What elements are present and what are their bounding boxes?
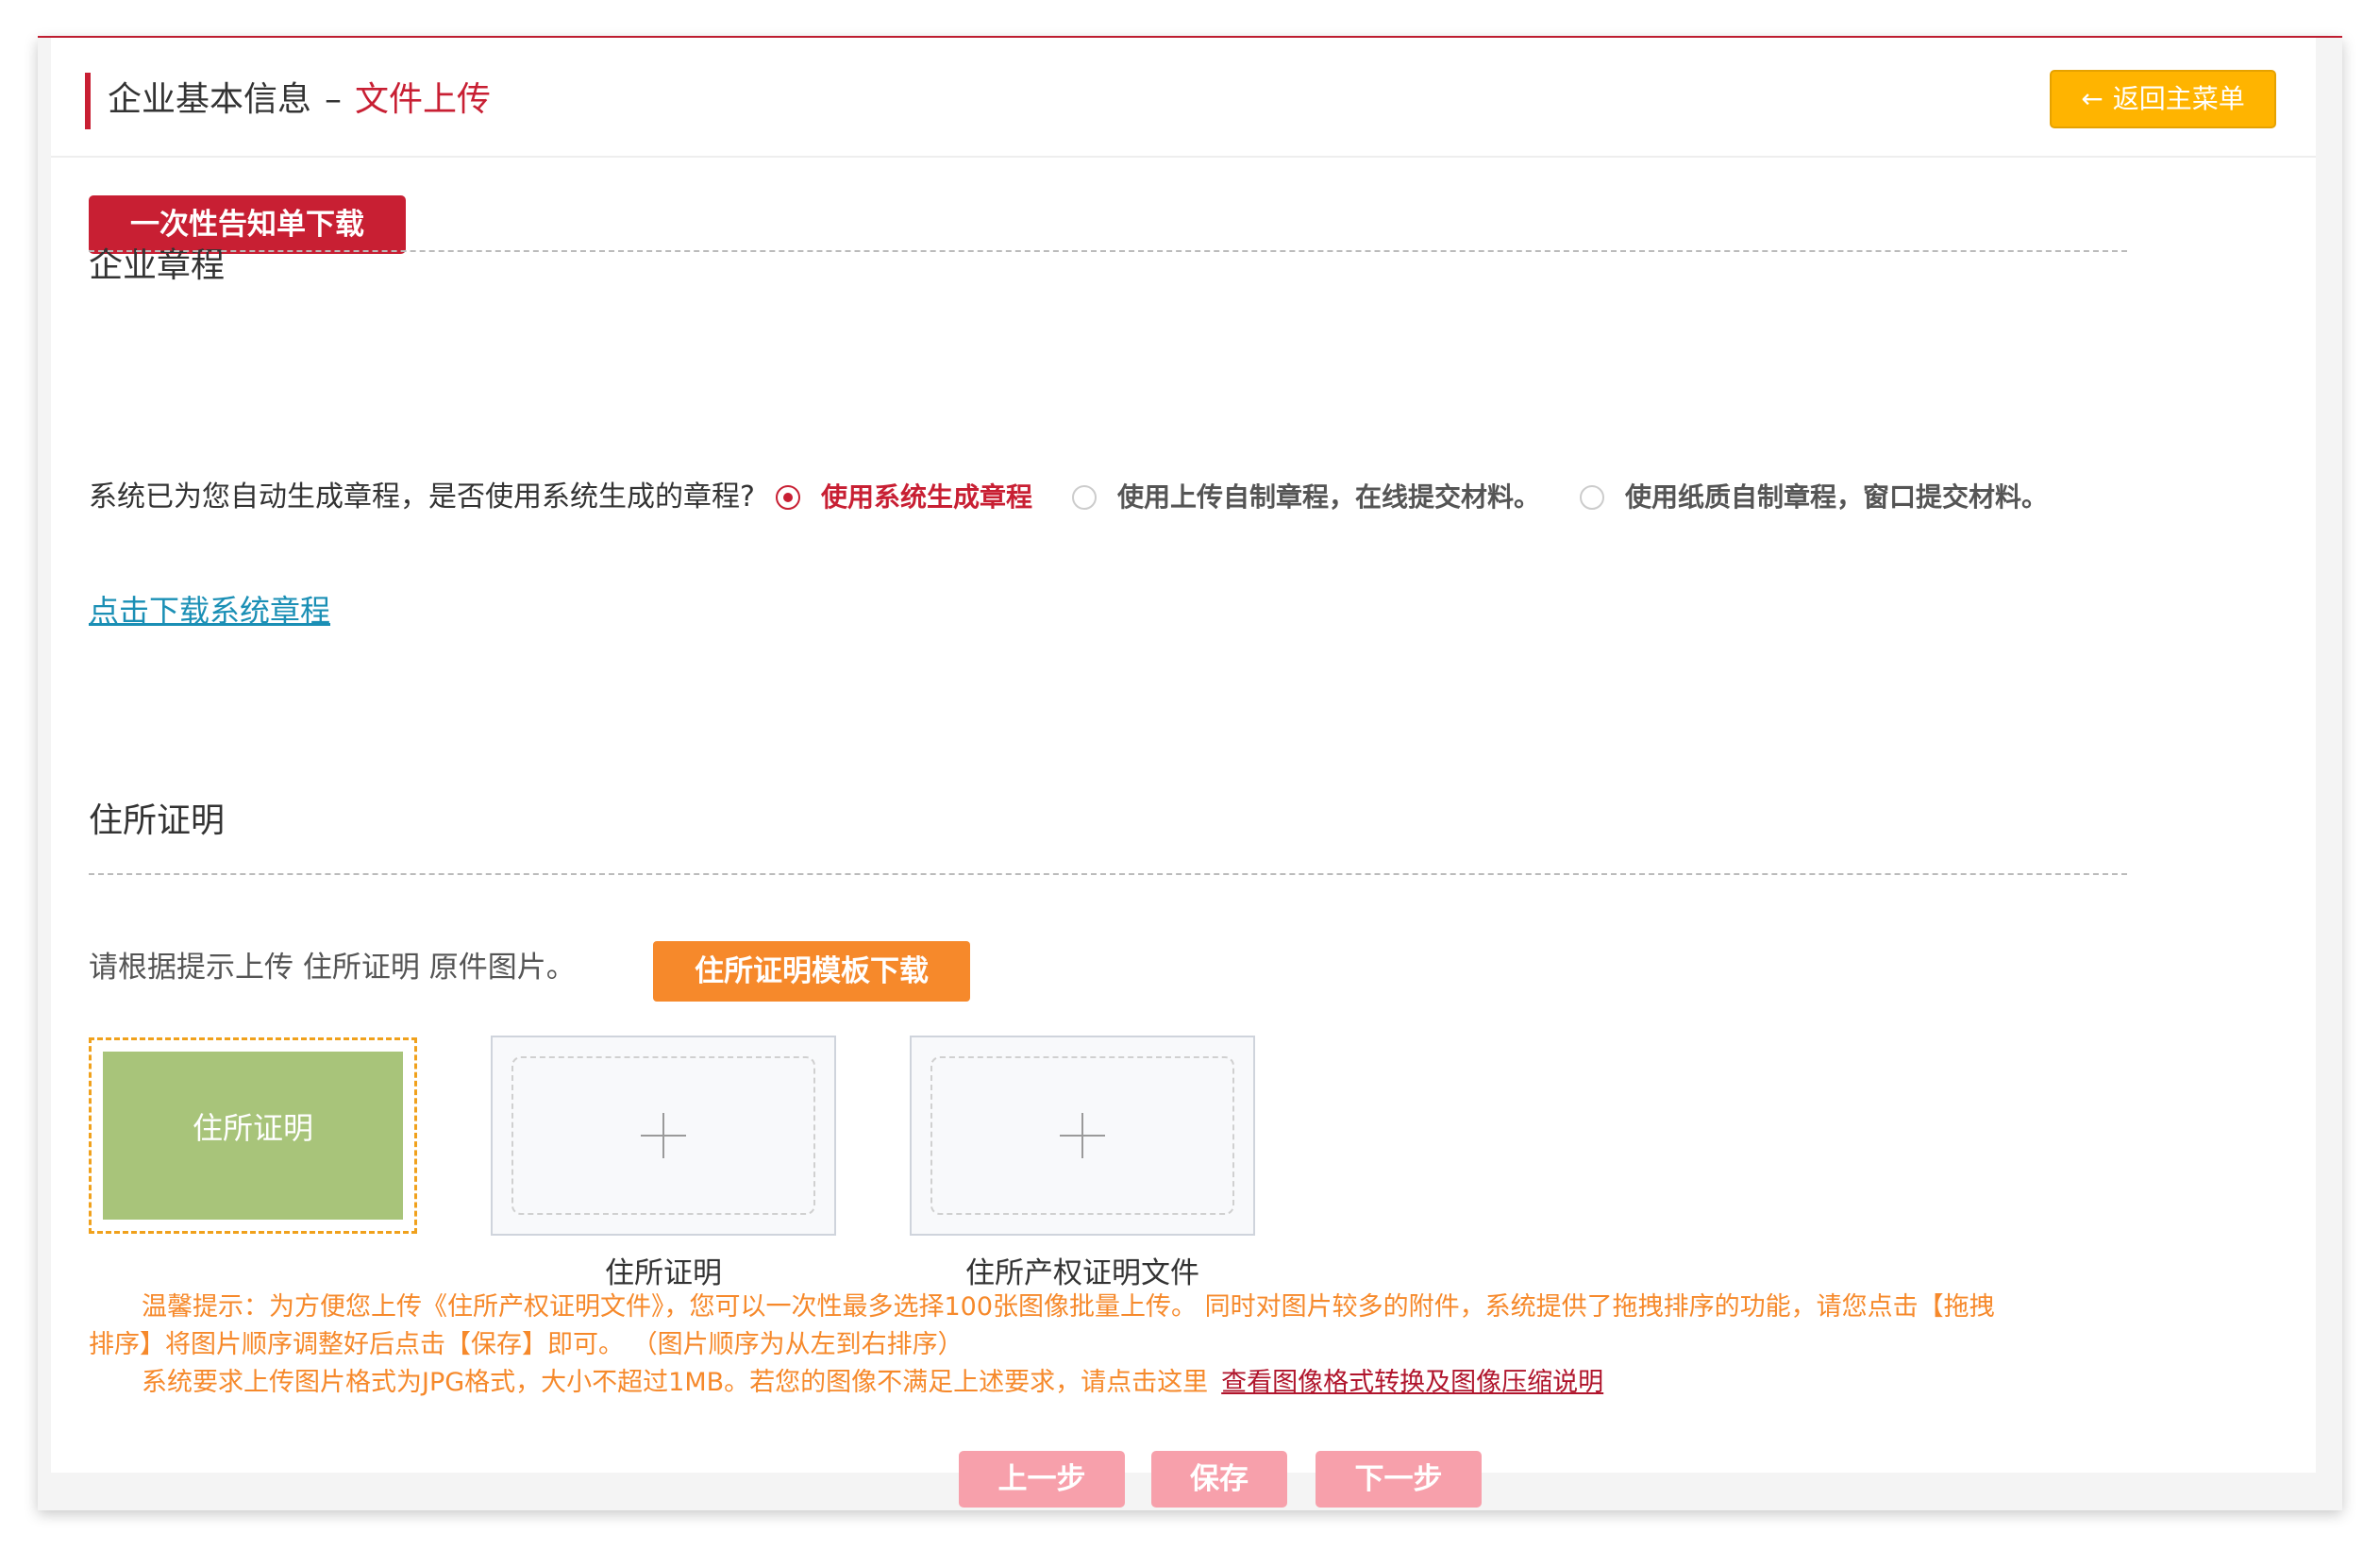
back-to-menu-label: 返回主菜单: [2112, 83, 2245, 114]
upload-hint-line2: 排序】将图片顺序调整好后点击【保存】即可。 （图片顺序为从左到右排序）: [89, 1330, 964, 1359]
prev-step-button[interactable]: 上一步: [959, 1451, 1125, 1508]
option-system-charter-label[interactable]: 使用系统生成章程: [821, 474, 1032, 521]
residence-sample-label: 住所证明: [103, 1052, 403, 1220]
charter-divider: [89, 250, 2127, 252]
plus-icon: [1060, 1113, 1105, 1158]
window-frame: 企业基本信息 – 文件上传 ← 返回主菜单 一次性告知单下载 企业章程 系统已为您自动…: [38, 38, 2342, 1510]
radio-upload-charter[interactable]: [1071, 485, 1097, 510]
upload-slot-residence-proof-label: 住所证明: [605, 1256, 722, 1290]
title-accent-bar: [85, 73, 91, 129]
page-title: 企业基本信息 – 文件上传: [108, 74, 491, 126]
upload-hint-line3-text: 系统要求上传图片格式为JPG格式，大小不超过1MB。若您的图像不满足上述要求，请…: [142, 1368, 1209, 1397]
upload-slot-residence-proof[interactable]: [491, 1036, 836, 1236]
charter-choice-row: 系统已为您自动生成章程，是否使用系统生成的章程? 使用系统生成章程 使用上传自制…: [89, 474, 2087, 521]
residence-template-download-button[interactable]: 住所证明模板下载: [653, 941, 970, 1002]
charter-section-title: 企业章程: [89, 246, 226, 285]
upload-hint-line1: 温馨提示：为方便您上传《住所产权证明文件》，您可以一次性最多选择100张图像批量…: [142, 1292, 1995, 1322]
upload-slot-property-proof[interactable]: [910, 1036, 1255, 1236]
plus-icon: [641, 1113, 686, 1158]
residence-upload-tip: 请根据提示上传 住所证明 原件图片。: [89, 951, 576, 985]
back-to-menu-button[interactable]: ← 返回主菜单: [2050, 70, 2276, 128]
radio-paper-charter[interactable]: [1579, 485, 1604, 510]
download-system-charter-link[interactable]: 点击下载系统章程: [89, 587, 330, 631]
upload-dropzone[interactable]: [930, 1056, 1234, 1215]
option-upload-charter-label[interactable]: 使用上传自制章程，在线提交材料。: [1117, 474, 1540, 521]
content-panel: 企业基本信息 – 文件上传 ← 返回主菜单 一次性告知单下载 企业章程 系统已为您自动…: [51, 38, 2316, 1508]
residence-divider: [89, 873, 2127, 875]
image-format-help-link[interactable]: 查看图像格式转换及图像压缩说明: [1221, 1368, 1603, 1397]
residence-sample-card: 住所证明: [89, 1037, 417, 1234]
page-title-separator: –: [325, 80, 343, 119]
residence-section-title: 住所证明: [89, 801, 226, 840]
arrow-left-icon: ←: [2081, 83, 2103, 114]
page-title-main: 企业基本信息: [108, 80, 312, 119]
upload-slot-property-proof-label: 住所产权证明文件: [965, 1256, 1199, 1290]
upload-dropzone[interactable]: [511, 1056, 815, 1215]
upload-hint-line3: 系统要求上传图片格式为JPG格式，大小不超过1MB。若您的图像不满足上述要求，请…: [89, 1364, 1603, 1402]
page-header: 企业基本信息 – 文件上传 ← 返回主菜单: [51, 38, 2316, 158]
option-paper-charter-label[interactable]: 使用纸质自制章程，窗口提交材料。: [1625, 474, 2048, 521]
next-step-button[interactable]: 下一步: [1316, 1451, 1482, 1508]
save-button[interactable]: 保存: [1151, 1451, 1287, 1508]
charter-question: 系统已为您自动生成章程，是否使用系统生成的章程?: [89, 480, 755, 514]
radio-system-charter[interactable]: [775, 485, 800, 510]
page-title-sub: 文件上传: [355, 80, 492, 119]
